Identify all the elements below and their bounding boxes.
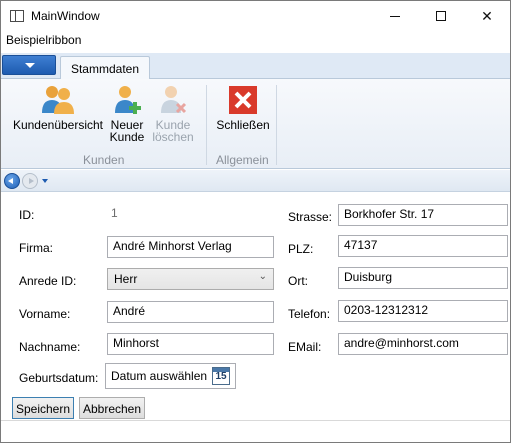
label-anrede: Anrede ID: — [19, 274, 77, 288]
group-label-kunden: Kunden — [83, 153, 125, 167]
delete-customer-icon — [161, 86, 187, 114]
group-separator — [206, 85, 207, 165]
telefon-field[interactable]: 0203-12312312 — [338, 300, 508, 322]
label-telefon: Telefon: — [288, 307, 331, 321]
label-firma: Firma: — [19, 241, 53, 255]
schliessen-label: Schließen — [216, 118, 270, 132]
label-email: EMail: — [288, 340, 322, 354]
label-id: ID: — [19, 208, 35, 222]
kundenuebersicht-button[interactable]: Kundenübersicht — [11, 83, 105, 131]
datepicker-placeholder: Datum auswählen — [111, 369, 208, 383]
close-button[interactable]: ✕ — [464, 1, 510, 31]
label-nachname: Nachname: — [19, 340, 81, 354]
firma-field[interactable]: André Minhorst Verlag — [107, 236, 274, 258]
customers-icon — [42, 86, 74, 114]
anrede-selected-value: Herr — [114, 272, 138, 286]
email-field[interactable]: andre@minhorst.com — [338, 333, 508, 355]
maximize-button[interactable] — [418, 1, 464, 31]
label-ort: Ort: — [288, 274, 308, 288]
geburtsdatum-datepicker[interactable]: Datum auswählen 15 — [105, 363, 236, 389]
vorname-field[interactable]: André — [107, 301, 274, 323]
plz-field[interactable]: 47137 — [338, 235, 508, 257]
label-geburtsdatum: Geburtsdatum: — [19, 371, 99, 385]
id-value: 1 — [111, 206, 118, 220]
window-icon — [10, 10, 24, 22]
minimize-button[interactable] — [372, 1, 418, 31]
cancel-button[interactable]: Abbrechen — [79, 397, 145, 419]
anrede-select[interactable]: Herr ⌄ — [107, 268, 274, 290]
neuer-kunde-button[interactable]: Neuer Kunde — [107, 83, 147, 143]
strasse-field[interactable]: Borkhofer Str. 17 — [338, 204, 508, 226]
title-bar: MainWindow ✕ — [1, 1, 510, 31]
menu-item-beispielribbon[interactable]: Beispielribbon — [6, 33, 81, 47]
navigation-bar — [1, 170, 510, 192]
close-icon: ✕ — [481, 7, 493, 24]
calendar-icon[interactable]: 15 — [212, 367, 230, 385]
window-title: MainWindow — [31, 9, 100, 23]
save-button[interactable]: Speichern — [12, 397, 74, 419]
minimize-icon — [390, 15, 400, 17]
status-separator — [1, 420, 510, 421]
group-label-allgemein: Allgemein — [216, 153, 269, 167]
label-strasse: Strasse: — [288, 210, 333, 224]
ribbon-tab-strip: Stammdaten — [1, 53, 510, 80]
menu-bar: Beispielribbon — [1, 31, 510, 51]
group-separator-2 — [276, 85, 277, 165]
chevron-down-icon: ⌄ — [258, 271, 267, 282]
schliessen-button[interactable]: Schließen — [215, 83, 271, 131]
ribbon-body: Kundenübersicht Neuer Kunde Kunde lösche… — [1, 79, 510, 169]
navigation-dropdown-icon[interactable] — [42, 179, 48, 183]
neuer-kunde-label-2: Kunde — [109, 130, 145, 144]
kundenuebersicht-label: Kundenübersicht — [12, 118, 104, 132]
label-plz: PLZ: — [288, 242, 314, 256]
kunde-loeschen-button[interactable]: Kunde löschen — [151, 83, 195, 143]
nachname-field[interactable]: Minhorst — [107, 333, 274, 355]
ort-field[interactable]: Duisburg — [338, 267, 508, 289]
application-menu-button[interactable] — [2, 55, 56, 75]
label-vorname: Vorname: — [19, 307, 71, 321]
tab-stammdaten[interactable]: Stammdaten — [60, 56, 150, 80]
main-window: MainWindow ✕ Beispielribbon Stammdaten K… — [0, 0, 511, 443]
back-button[interactable] — [4, 173, 20, 189]
forward-button[interactable] — [22, 173, 38, 189]
kunde-loeschen-label-2: löschen — [152, 130, 194, 144]
add-customer-icon — [115, 86, 141, 114]
close-red-icon — [229, 86, 257, 114]
maximize-icon — [436, 11, 446, 21]
